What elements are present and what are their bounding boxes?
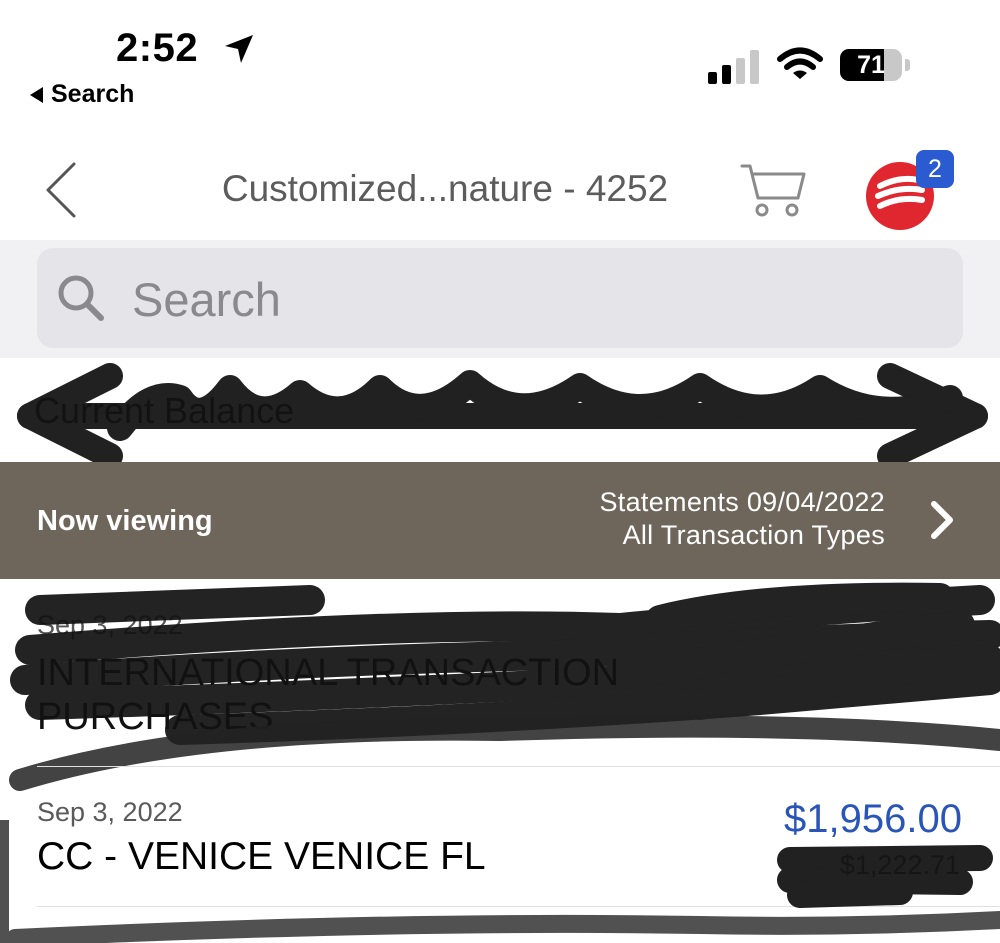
wifi-icon	[777, 47, 823, 79]
location-arrow-icon	[225, 35, 253, 63]
status-time: 2:52	[116, 26, 199, 70]
redaction-scribble	[0, 820, 1000, 943]
search-placeholder: Search	[132, 273, 281, 326]
cart-icon[interactable]	[740, 162, 806, 218]
back-triangle-icon	[30, 86, 43, 103]
transaction-type-filter: All Transaction Types	[622, 520, 885, 550]
back-to-search-label: Search	[51, 80, 135, 108]
account-title: Customized...nature - 4252	[221, 168, 669, 209]
redaction-scribble	[9, 582, 1000, 791]
messages-badge: 2	[916, 150, 954, 188]
now-viewing-label: Now viewing	[37, 505, 213, 537]
cellular-signal-icon	[708, 50, 759, 84]
battery-percent: 71	[857, 51, 885, 79]
messages-icon[interactable]: 2	[866, 150, 954, 230]
back-to-search-link[interactable]: Search	[30, 80, 134, 109]
chevron-right-icon	[931, 501, 953, 539]
statement-date: Statements 09/04/2022	[599, 487, 885, 517]
battery-icon: 71	[840, 49, 912, 83]
search-icon	[58, 275, 104, 321]
redaction-scribble	[17, 363, 988, 468]
row-divider	[37, 766, 1000, 767]
back-chevron-icon[interactable]	[42, 160, 82, 220]
